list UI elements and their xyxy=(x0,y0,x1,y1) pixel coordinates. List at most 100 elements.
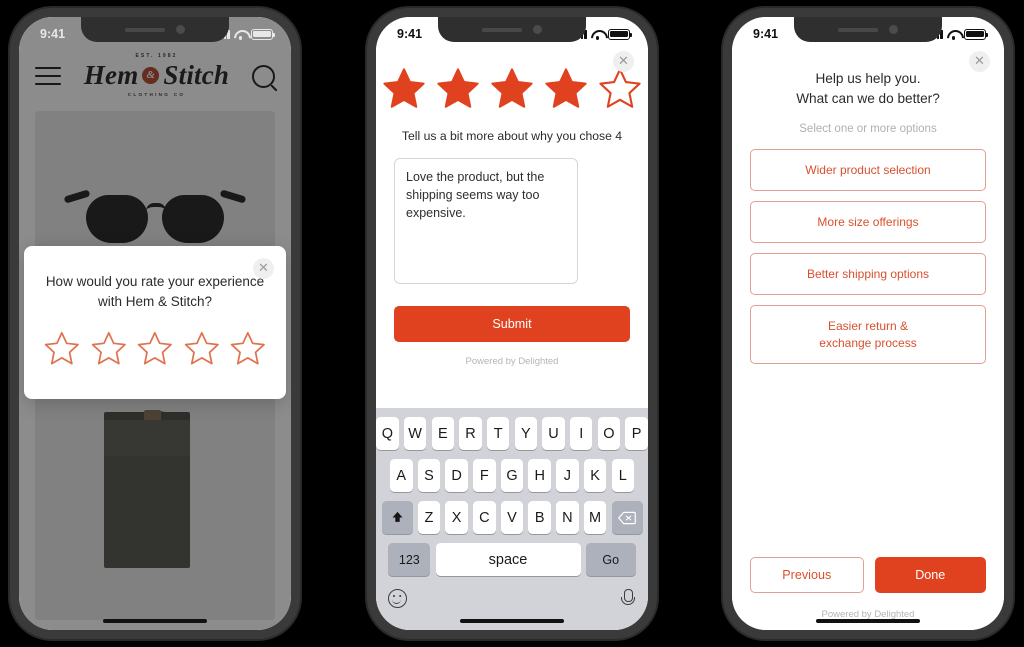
keyboard-bottom-bar xyxy=(376,585,648,608)
key-U[interactable]: U xyxy=(542,417,565,450)
star-filled-icon-2[interactable] xyxy=(434,65,482,113)
rating-modal: ✕ How would you rate your experience wit… xyxy=(24,246,286,400)
keyboard-row-1: Q W E R T Y U I O P xyxy=(376,417,648,450)
space-key[interactable]: space xyxy=(435,543,581,576)
phone2-screen: ✕ Tell us a bit more about why you chose… xyxy=(376,17,648,630)
star-outline-icon-4[interactable] xyxy=(182,329,222,369)
key-E[interactable]: E xyxy=(431,417,455,450)
close-icon[interactable]: ✕ xyxy=(969,51,990,72)
battery-icon xyxy=(608,28,633,40)
followup-title-line2: What can we do better? xyxy=(796,91,940,107)
device-notch-3 xyxy=(794,17,942,42)
option-easier-return-exchange[interactable]: Easier return & exchange process xyxy=(750,305,986,364)
wifi-icon xyxy=(591,29,604,40)
phone-mockup-2: ✕ Tell us a bit more about why you chose… xyxy=(367,8,657,639)
key-X[interactable]: X xyxy=(445,501,468,534)
star-outline-icon-1[interactable] xyxy=(42,329,82,369)
home-indicator-1[interactable] xyxy=(103,618,207,623)
followup-title-line1: Help us help you. xyxy=(815,71,921,86)
key-V[interactable]: V xyxy=(500,501,524,534)
option-better-shipping-options[interactable]: Better shipping options xyxy=(750,253,986,296)
earpiece-speaker xyxy=(838,27,878,32)
status-time: 9:41 xyxy=(397,27,423,41)
key-M[interactable]: M xyxy=(583,501,607,534)
device-notch-1 xyxy=(81,17,229,42)
key-G[interactable]: G xyxy=(500,459,524,492)
key-S[interactable]: S xyxy=(417,459,441,492)
key-B[interactable]: B xyxy=(528,501,551,534)
key-Y[interactable]: Y xyxy=(514,417,538,450)
star-outline-icon-3[interactable] xyxy=(135,329,175,369)
key-O[interactable]: O xyxy=(597,417,621,450)
keyboard-row-4: 123 space Go xyxy=(376,543,648,576)
comment-prompt: Tell us a bit more about why you chose 4 xyxy=(401,129,623,143)
key-R[interactable]: R xyxy=(459,417,482,450)
phone1-screen: EST. 1982 Hem & Stitch CLOTHING CO ✕ How… xyxy=(19,17,291,630)
key-N[interactable]: N xyxy=(556,501,579,534)
close-icon[interactable]: ✕ xyxy=(613,51,634,72)
device-notch-2 xyxy=(438,17,586,42)
wifi-icon xyxy=(947,29,960,40)
done-button[interactable]: Done xyxy=(874,557,986,593)
footer-buttons: Previous Done xyxy=(750,557,986,593)
close-icon[interactable]: ✕ xyxy=(253,258,274,279)
earpiece-speaker xyxy=(125,27,165,32)
front-camera xyxy=(533,25,542,34)
followup-options-screen: ✕ Help us help you. What can we do bette… xyxy=(732,17,1004,630)
emoji-smiley-icon[interactable] xyxy=(388,589,407,608)
followup-subtitle: Select one or more options xyxy=(799,122,937,135)
phone-mockup-1: EST. 1982 Hem & Stitch CLOTHING CO ✕ How… xyxy=(10,8,300,639)
front-camera xyxy=(176,25,185,34)
star-outline-icon-5[interactable] xyxy=(228,329,268,369)
on-screen-keyboard: Q W E R T Y U I O P A S D F G H J K L Z … xyxy=(376,408,648,630)
screenshot-canvas: EST. 1982 Hem & Stitch CLOTHING CO ✕ How… xyxy=(0,0,1024,647)
shift-arrow-icon[interactable] xyxy=(381,501,413,534)
battery-icon xyxy=(964,28,989,40)
submit-button[interactable]: Submit xyxy=(394,306,630,342)
option-more-size-offerings[interactable]: More size offerings xyxy=(750,200,986,244)
key-Q[interactable]: Q xyxy=(376,417,399,450)
key-L[interactable]: L xyxy=(611,459,634,492)
wifi-icon xyxy=(234,29,247,40)
rating-modal-title: How would you rate your experience with … xyxy=(45,274,265,309)
status-time: 9:41 xyxy=(40,27,66,41)
key-J[interactable]: J xyxy=(556,459,579,492)
star-outline-icon-2[interactable] xyxy=(89,329,129,369)
key-H[interactable]: H xyxy=(528,459,551,492)
key-F[interactable]: F xyxy=(473,459,496,492)
home-indicator-3[interactable] xyxy=(816,618,920,623)
microphone-icon[interactable] xyxy=(619,589,636,608)
comment-textarea[interactable] xyxy=(394,158,578,284)
battery-icon xyxy=(251,28,276,40)
phone-mockup-3: ✕ Help us help you. What can we do bette… xyxy=(723,8,1013,639)
numbers-key[interactable]: 123 xyxy=(388,543,431,576)
star-outline-icon-5[interactable] xyxy=(596,65,644,113)
phone3-screen: ✕ Help us help you. What can we do bette… xyxy=(732,17,1004,630)
option-wider-product-selection[interactable]: Wider product selection xyxy=(750,148,986,191)
front-camera xyxy=(889,25,898,34)
star-rating-input[interactable] xyxy=(42,329,268,369)
key-W[interactable]: W xyxy=(403,417,427,450)
key-I[interactable]: I xyxy=(569,417,593,450)
survey-comment-screen: ✕ Tell us a bit more about why you chose… xyxy=(376,17,648,630)
go-key[interactable]: Go xyxy=(585,543,636,576)
star-filled-icon-1[interactable] xyxy=(380,65,428,113)
key-P[interactable]: P xyxy=(625,417,648,450)
home-indicator-2[interactable] xyxy=(460,618,564,623)
backspace-icon[interactable] xyxy=(611,501,643,534)
key-K[interactable]: K xyxy=(583,459,607,492)
key-T[interactable]: T xyxy=(486,417,510,450)
status-time: 9:41 xyxy=(753,27,779,41)
key-D[interactable]: D xyxy=(445,459,468,492)
key-C[interactable]: C xyxy=(473,501,496,534)
earpiece-speaker xyxy=(482,27,522,32)
key-Z[interactable]: Z xyxy=(417,501,441,534)
option-list: Wider product selection More size offeri… xyxy=(732,135,1004,374)
previous-button[interactable]: Previous xyxy=(750,557,864,593)
powered-by-label: Powered by Delighted xyxy=(465,356,559,367)
keyboard-row-3: Z X C V B N M xyxy=(376,501,648,534)
keyboard-row-2: A S D F G H J K L xyxy=(376,459,648,492)
star-filled-icon-4[interactable] xyxy=(542,65,590,113)
star-filled-icon-3[interactable] xyxy=(488,65,536,113)
key-A[interactable]: A xyxy=(390,459,413,492)
